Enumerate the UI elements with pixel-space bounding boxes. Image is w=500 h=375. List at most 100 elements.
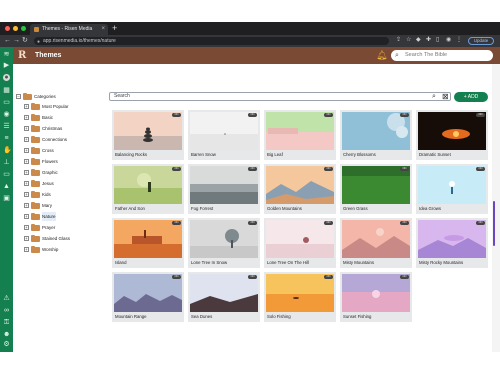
theme-thumbnail[interactable] bbox=[266, 274, 334, 312]
theme-card[interactable]: ••• Golden Mountains bbox=[264, 164, 336, 214]
expand-icon[interactable]: + bbox=[24, 181, 29, 186]
hand-icon[interactable]: ✋ bbox=[3, 147, 12, 154]
theme-card[interactable]: ••• Lone Tree On The Hill bbox=[264, 218, 336, 268]
book-icon[interactable]: ▭ bbox=[3, 99, 10, 106]
theme-card[interactable]: ••• Island bbox=[112, 218, 184, 268]
brand-logo[interactable]: R bbox=[18, 50, 28, 61]
graduation-icon[interactable]: ▲ bbox=[3, 183, 10, 190]
theme-thumbnail[interactable] bbox=[114, 166, 182, 204]
expand-icon[interactable]: + bbox=[24, 236, 29, 241]
more-options-icon[interactable]: ••• bbox=[324, 166, 333, 171]
expand-icon[interactable]: + bbox=[24, 159, 29, 164]
expand-icon[interactable]: + bbox=[24, 126, 29, 131]
more-options-icon[interactable]: ••• bbox=[400, 112, 409, 117]
extension-icon[interactable]: ◆ bbox=[416, 37, 422, 44]
save-icon[interactable]: ▣ bbox=[3, 195, 10, 202]
add-theme-button[interactable]: + ADD bbox=[454, 92, 488, 102]
expand-icon[interactable]: + bbox=[24, 104, 29, 109]
network-icon[interactable]: ⊥ bbox=[3, 159, 10, 166]
close-window-button[interactable] bbox=[5, 26, 10, 31]
browser-tab[interactable]: Themes - Risen Media × bbox=[30, 24, 108, 35]
clear-icon[interactable]: ⊠ bbox=[442, 92, 449, 101]
more-options-icon[interactable]: ••• bbox=[400, 274, 409, 279]
theme-card[interactable]: ••• Cherry Blossoms bbox=[340, 110, 412, 160]
more-options-icon[interactable]: ••• bbox=[476, 220, 485, 225]
stack-icon[interactable]: ≡ bbox=[3, 135, 10, 142]
theme-card[interactable]: ••• Idea Grows bbox=[416, 164, 488, 214]
gear-icon[interactable]: ⚙ bbox=[3, 341, 10, 348]
expand-icon[interactable]: + bbox=[24, 214, 29, 219]
theme-card[interactable]: ••• Lone Tree In Snow bbox=[188, 218, 260, 268]
collapse-icon[interactable]: − bbox=[16, 94, 21, 99]
scrollbar-thumb[interactable] bbox=[493, 201, 495, 246]
more-options-icon[interactable]: ••• bbox=[476, 166, 485, 171]
more-options-icon[interactable]: ••• bbox=[476, 112, 485, 117]
theme-card[interactable]: ••• Sea Dunes bbox=[188, 272, 260, 322]
more-options-icon[interactable]: ••• bbox=[248, 220, 257, 225]
theme-thumbnail[interactable] bbox=[418, 112, 486, 150]
more-options-icon[interactable]: ••• bbox=[324, 112, 333, 117]
theme-card[interactable]: ••• Green Grass bbox=[340, 164, 412, 214]
theme-thumbnail[interactable] bbox=[114, 112, 182, 150]
theme-thumbnail[interactable] bbox=[342, 166, 410, 204]
puzzle-icon[interactable]: ✚ bbox=[426, 37, 432, 44]
bible-search-input[interactable]: ⌕ Search The Bible bbox=[391, 50, 493, 61]
close-tab-icon[interactable]: × bbox=[101, 24, 105, 35]
more-options-icon[interactable]: ••• bbox=[248, 274, 257, 279]
theme-card[interactable]: ••• Balancing Rocks bbox=[112, 110, 184, 160]
theme-card[interactable]: ••• Misty Rocky Mountains bbox=[416, 218, 488, 268]
theme-thumbnail[interactable] bbox=[190, 166, 258, 204]
back-icon[interactable]: ← bbox=[4, 36, 11, 46]
wifi-icon[interactable]: ≋ bbox=[3, 51, 10, 58]
user-avatar[interactable]: ● bbox=[3, 74, 10, 81]
expand-icon[interactable]: + bbox=[24, 137, 29, 142]
theme-thumbnail[interactable] bbox=[190, 220, 258, 258]
list-icon[interactable]: ☰ bbox=[3, 123, 10, 130]
more-options-icon[interactable]: ••• bbox=[172, 220, 181, 225]
more-options-icon[interactable]: ••• bbox=[172, 274, 181, 279]
grid-icon[interactable]: ▦ bbox=[3, 87, 10, 94]
theme-thumbnail[interactable] bbox=[114, 274, 182, 312]
theme-thumbnail[interactable] bbox=[418, 166, 486, 204]
expand-icon[interactable]: + bbox=[24, 148, 29, 153]
theme-card[interactable]: ••• Barren Snow bbox=[188, 110, 260, 160]
reload-icon[interactable]: ↻ bbox=[22, 36, 28, 46]
more-options-icon[interactable]: ••• bbox=[172, 166, 181, 171]
expand-icon[interactable]: + bbox=[24, 115, 29, 120]
more-options-icon[interactable]: ••• bbox=[400, 220, 409, 225]
expand-icon[interactable]: + bbox=[24, 225, 29, 230]
play-icon[interactable]: ▶ bbox=[3, 62, 10, 69]
theme-thumbnail[interactable] bbox=[266, 112, 334, 150]
expand-icon[interactable]: + bbox=[24, 203, 29, 208]
profile-icon[interactable]: ◉ bbox=[446, 37, 452, 44]
key-icon[interactable]: ⚿ bbox=[3, 319, 10, 326]
bookmark-icon[interactable]: ☆ bbox=[406, 37, 412, 44]
maximize-window-button[interactable] bbox=[21, 26, 26, 31]
theme-thumbnail[interactable] bbox=[342, 274, 410, 312]
forward-icon[interactable]: → bbox=[13, 36, 20, 46]
theme-search-input[interactable]: Search bbox=[109, 92, 451, 101]
url-field[interactable]: ● app.risenmedia.io/themes/nature bbox=[34, 37, 389, 45]
more-options-icon[interactable]: ••• bbox=[324, 220, 333, 225]
update-button[interactable]: Update bbox=[468, 37, 494, 45]
theme-thumbnail[interactable] bbox=[342, 220, 410, 258]
menu-dots-icon[interactable]: ⋮ bbox=[456, 37, 462, 44]
search-icon[interactable]: ⌕ bbox=[432, 92, 436, 101]
theme-thumbnail[interactable] bbox=[190, 274, 258, 312]
bell-icon[interactable]: 🔔︎ bbox=[376, 50, 387, 61]
theme-thumbnail[interactable] bbox=[266, 220, 334, 258]
monitor-icon[interactable]: ▭ bbox=[3, 171, 10, 178]
theme-card[interactable]: ••• Father And Son bbox=[112, 164, 184, 214]
scrollbar[interactable] bbox=[492, 64, 500, 352]
user-icon[interactable]: ☻ bbox=[3, 331, 10, 338]
theme-card[interactable]: ••• Fog Forrest bbox=[188, 164, 260, 214]
link-icon[interactable]: ∞ bbox=[3, 307, 10, 314]
expand-icon[interactable]: + bbox=[24, 192, 29, 197]
theme-thumbnail[interactable] bbox=[190, 112, 258, 150]
theme-card[interactable]: ••• Misty Mountains bbox=[340, 218, 412, 268]
sidebar-icon[interactable]: ▯ bbox=[436, 37, 442, 44]
more-options-icon[interactable]: ••• bbox=[248, 112, 257, 117]
share-icon[interactable]: ⇪ bbox=[396, 37, 402, 44]
theme-thumbnail[interactable] bbox=[342, 112, 410, 150]
new-tab-button[interactable]: + bbox=[112, 23, 117, 34]
